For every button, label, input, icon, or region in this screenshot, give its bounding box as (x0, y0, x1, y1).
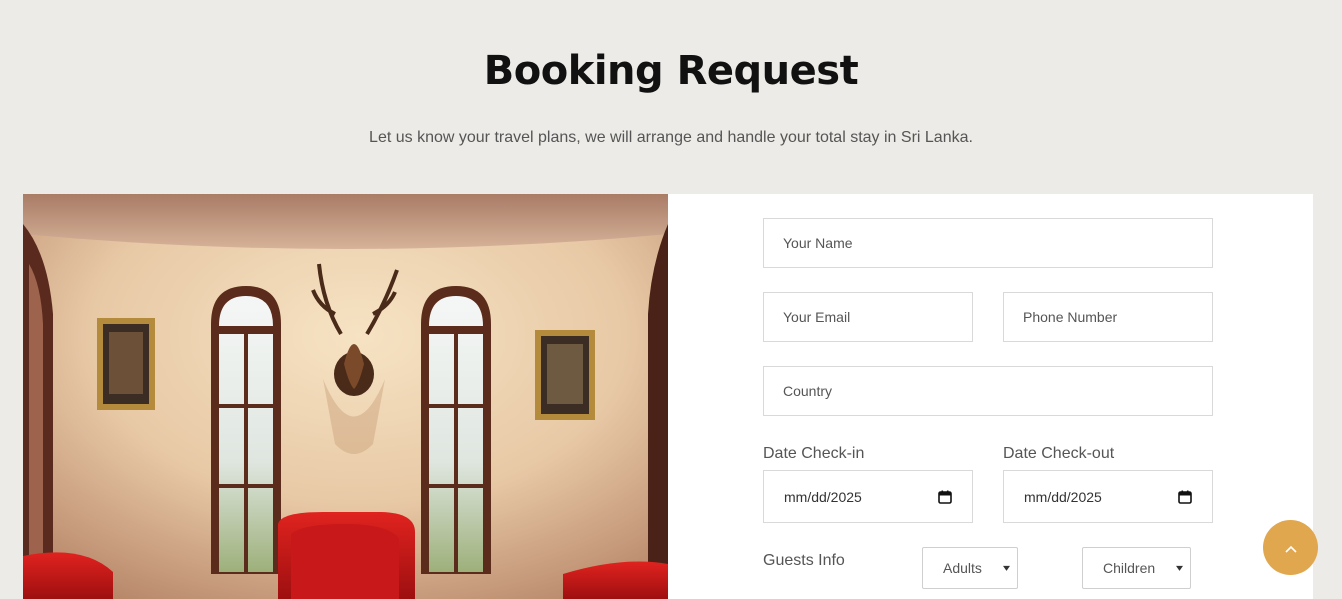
calendar-icon[interactable] (938, 490, 952, 504)
page-title: Booking Request (483, 48, 859, 94)
country-input[interactable] (763, 366, 1213, 416)
checkin-date-value: mm/dd/2025 (784, 488, 862, 505)
calendar-icon[interactable] (1178, 490, 1192, 504)
children-select-value: Children (1103, 560, 1156, 576)
room-photo (23, 194, 668, 599)
scroll-to-top-button[interactable] (1263, 520, 1318, 575)
phone-input[interactable] (1003, 292, 1213, 342)
guests-label: Guests Info (763, 552, 845, 569)
chevron-down-icon: ▾ (1002, 562, 1011, 574)
checkout-date-input[interactable]: mm/dd/2025 (1003, 470, 1213, 523)
adults-select-value: Adults (943, 560, 982, 576)
checkin-date-input[interactable]: mm/dd/2025 (763, 470, 973, 523)
chevron-up-icon (1284, 538, 1297, 557)
checkout-label: Date Check-out (1003, 445, 1115, 462)
checkout-date-value: mm/dd/2025 (1024, 488, 1102, 505)
checkin-label: Date Check-in (763, 445, 865, 462)
chevron-down-icon: ▾ (1175, 562, 1184, 574)
email-input[interactable] (763, 292, 973, 342)
name-input[interactable] (763, 218, 1213, 268)
children-select[interactable]: Children ▾ (1082, 547, 1191, 589)
adults-select[interactable]: Adults ▾ (922, 547, 1018, 589)
page-subtitle: Let us know your travel plans, we will a… (369, 129, 973, 146)
